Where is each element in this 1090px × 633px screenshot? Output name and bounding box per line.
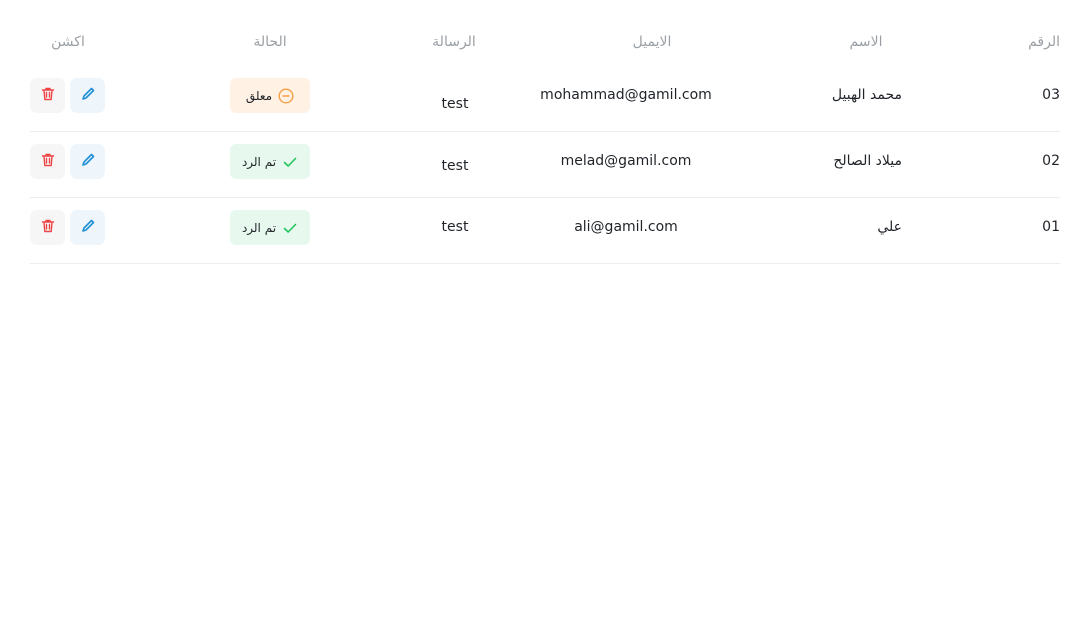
row-name: علي <box>877 219 902 235</box>
row-email: mohammad@gamil.com <box>540 87 712 103</box>
table-header: الرقم الاسم الايميل الرسالة الحالة اكشن <box>30 0 1060 66</box>
table-row: 01 علي ali@gamil.com test تم الرد <box>30 198 1060 264</box>
row-message: test <box>441 158 469 174</box>
row-name: ميلاد الصالح <box>833 153 902 169</box>
delete-button[interactable] <box>30 144 65 179</box>
header-name: الاسم <box>849 34 883 50</box>
trash-icon <box>40 152 56 172</box>
table-row: 03 محمد الهبيل mohammad@gamil.com test م… <box>30 66 1060 132</box>
messages-table: الرقم الاسم الايميل الرسالة الحالة اكشن … <box>30 0 1060 264</box>
row-message: test <box>441 96 469 112</box>
row-email: melad@gamil.com <box>560 153 692 169</box>
status-badge: معلق <box>230 78 310 113</box>
header-id: الرقم <box>1028 34 1060 50</box>
status-label: تم الرد <box>241 220 277 235</box>
pencil-icon <box>80 218 96 238</box>
status-label: معلق <box>245 88 273 103</box>
row-message: test <box>441 219 469 235</box>
row-id: 03 <box>1042 87 1060 103</box>
status-badge: تم الرد <box>230 144 310 179</box>
check-icon <box>282 154 298 170</box>
row-id: 01 <box>1042 219 1060 235</box>
trash-icon <box>40 218 56 238</box>
row-id: 02 <box>1042 153 1060 169</box>
header-actions: اكشن <box>51 34 85 50</box>
pencil-icon <box>80 86 96 106</box>
header-email: الايميل <box>632 34 672 50</box>
table-row: 02 ميلاد الصالح melad@gamil.com test تم … <box>30 132 1060 198</box>
status-badge: تم الرد <box>230 210 310 245</box>
trash-icon <box>40 86 56 106</box>
delete-button[interactable] <box>30 78 65 113</box>
edit-button[interactable] <box>70 144 105 179</box>
check-icon <box>282 220 298 236</box>
edit-button[interactable] <box>70 210 105 245</box>
minus-circle-icon <box>278 87 294 104</box>
pencil-icon <box>80 152 96 172</box>
header-status: الحالة <box>253 34 287 50</box>
row-email: ali@gamil.com <box>574 219 678 235</box>
edit-button[interactable] <box>70 78 105 113</box>
row-name: محمد الهبيل <box>831 87 902 103</box>
delete-button[interactable] <box>30 210 65 245</box>
status-label: تم الرد <box>241 154 277 169</box>
header-message: الرسالة <box>432 34 476 50</box>
